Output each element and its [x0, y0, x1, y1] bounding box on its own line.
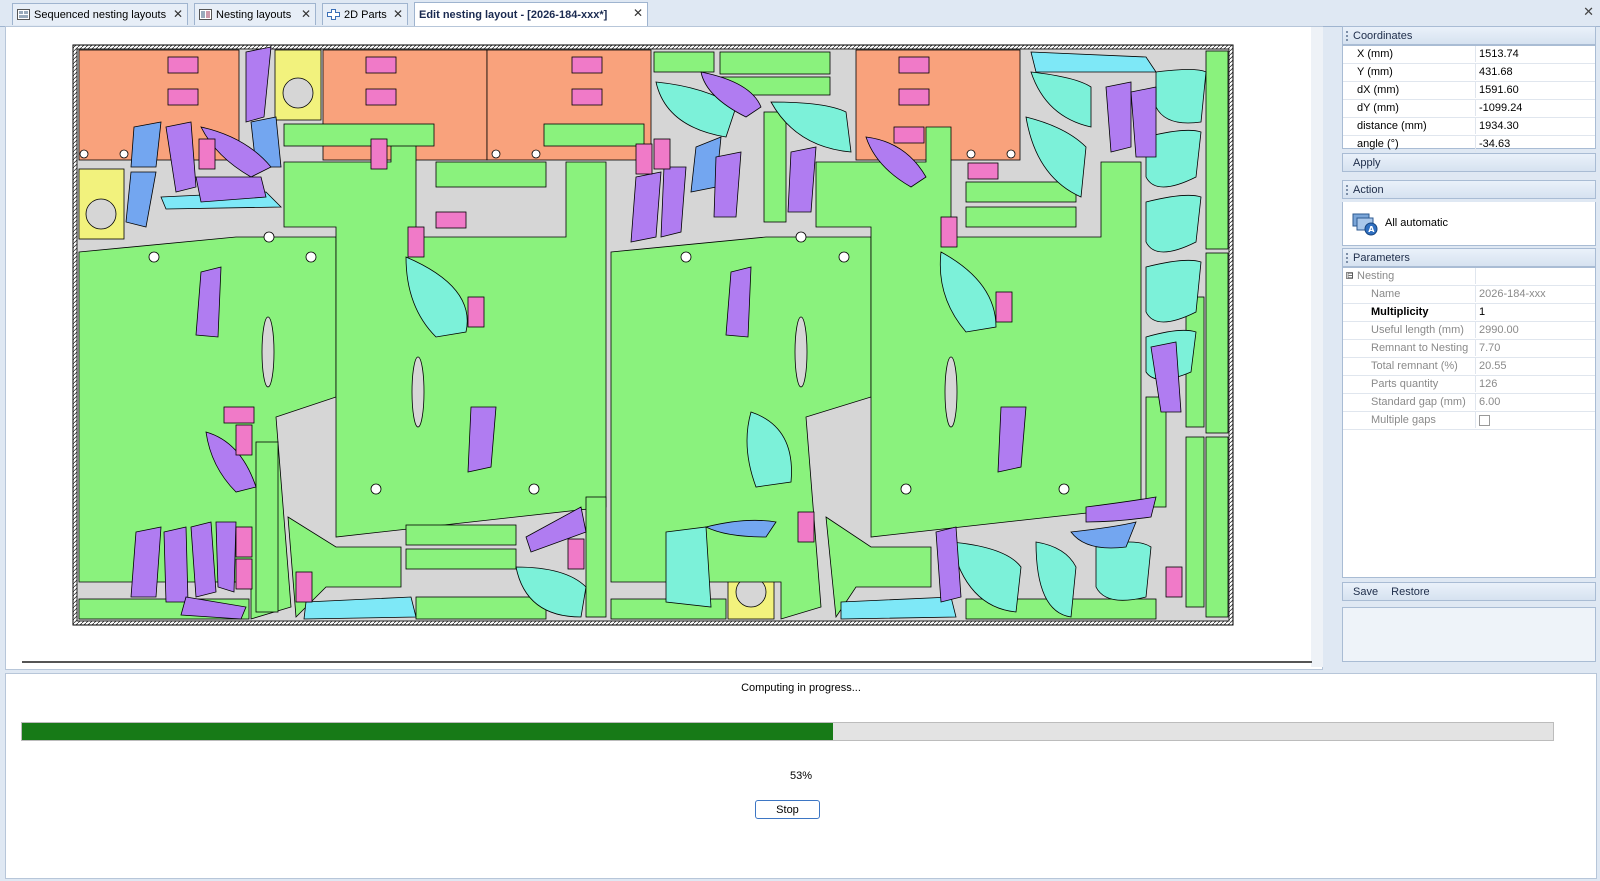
param-row-useful-length[interactable]: Useful length (mm) 2990.00 [1343, 322, 1595, 340]
row-value: 6.00 [1475, 394, 1595, 410]
section-title: Action [1353, 184, 1384, 196]
parameters-grid: ⊟ Nesting Name 2026-184-xxx Multiplicity 1 … [1342, 267, 1596, 578]
nesting-canvas[interactable] [5, 26, 1323, 670]
row-value: 7.70 [1475, 340, 1595, 356]
row-label: Useful length (mm) [1371, 324, 1464, 336]
progress-bar [21, 722, 1554, 741]
window-close-icon[interactable]: ✕ [1583, 4, 1594, 20]
stop-button[interactable]: Stop [755, 800, 820, 819]
horizontal-scrollbar[interactable] [22, 661, 1312, 663]
tab-nesting-layouts[interactable]: Nesting layouts ✕ [194, 3, 316, 25]
row-value: 1513.74 [1475, 46, 1595, 62]
coordinates-header[interactable]: Coordinates [1342, 26, 1596, 45]
row-label: distance (mm) [1357, 120, 1427, 132]
grip-icon [1346, 253, 1350, 263]
param-row-parts-quantity[interactable]: Parts quantity 126 [1343, 376, 1595, 394]
tab-label: Nesting layouts [216, 8, 292, 21]
nesting-sheet-drawing[interactable] [6, 27, 1311, 671]
apply-label: Apply [1353, 157, 1381, 169]
row-value: 431.68 [1475, 64, 1595, 80]
coordinates-grid: X (mm) 1513.74 Y (mm) 431.68 dX (mm) 1591.6… [1342, 45, 1596, 154]
empty-panel [1342, 607, 1596, 662]
row-value: 20.55 [1475, 358, 1595, 374]
tab-edit-nesting-layout[interactable]: Edit nesting layout - [2026-184-xxx*] ✕ [414, 2, 648, 26]
group-label: Nesting [1357, 270, 1395, 282]
tab-label: Sequenced nesting layouts [34, 8, 167, 21]
row-value: -34.63 [1475, 136, 1595, 152]
action-header[interactable]: Action [1342, 180, 1596, 199]
progress-percent: 53% [789, 770, 813, 782]
tab-label: 2D Parts [344, 8, 387, 21]
coord-row-y[interactable]: Y (mm) 431.68 [1343, 64, 1595, 82]
row-value: 2990.00 [1475, 322, 1595, 338]
row-value: 1591.60 [1475, 82, 1595, 98]
coord-row-dy[interactable]: dY (mm) -1099.24 [1343, 100, 1595, 118]
row-label: Y (mm) [1357, 66, 1393, 78]
row-label: Name [1371, 288, 1401, 300]
row-label: Parts quantity [1371, 378, 1439, 390]
coord-row-distance[interactable]: distance (mm) 1934.30 [1343, 118, 1595, 136]
tab-label: Edit nesting layout - [2026-184-xxx*] [419, 8, 608, 21]
tab-sequenced-nesting-layouts[interactable]: Sequenced nesting layouts ✕ [12, 3, 188, 25]
restore-button[interactable]: Restore [1391, 586, 1430, 598]
section-title: Coordinates [1353, 30, 1413, 42]
progress-panel: Computing in progress... 53% Stop [5, 673, 1597, 879]
row-label: Total remnant (%) [1371, 360, 1458, 372]
close-icon[interactable]: ✕ [633, 6, 643, 20]
param-row-multiple-gaps[interactable]: Multiple gaps [1343, 412, 1595, 430]
grip-icon [1346, 185, 1350, 195]
close-icon[interactable]: ✕ [301, 7, 311, 21]
apply-button[interactable]: Apply [1342, 153, 1596, 172]
param-row-remnant-to-nesting[interactable]: Remnant to Nesting 7.70 [1343, 340, 1595, 358]
row-value: 1934.30 [1475, 118, 1595, 134]
param-row-name[interactable]: Name 2026-184-xxx [1343, 286, 1595, 304]
all-automatic-label[interactable]: All automatic [1385, 217, 1448, 229]
row-label: Multiple gaps [1371, 414, 1436, 426]
row-value[interactable]: 1 [1475, 304, 1595, 320]
save-restore-bar: Save Restore [1342, 582, 1596, 601]
row-value: 126 [1475, 376, 1595, 392]
parameters-header[interactable]: Parameters [1342, 248, 1596, 267]
coord-row-x[interactable]: X (mm) 1513.74 [1343, 46, 1595, 64]
close-icon[interactable]: ✕ [393, 7, 403, 21]
document-tab-strip: Sequenced nesting layouts ✕ Nesting layo… [0, 0, 1600, 27]
part-cross-icon [327, 9, 340, 20]
row-label: Remnant to Nesting [1371, 342, 1469, 354]
progress-fill [22, 723, 833, 740]
layout-grid-icon [17, 9, 30, 20]
param-row-multiplicity[interactable]: Multiplicity 1 [1343, 304, 1595, 322]
row-label: Multiplicity [1371, 306, 1429, 318]
progress-message: Computing in progress... [741, 682, 861, 694]
collapse-icon[interactable]: ⊟ [1346, 272, 1354, 280]
close-icon[interactable]: ✕ [173, 7, 183, 21]
all-automatic-icon[interactable]: A [1351, 210, 1379, 236]
save-button[interactable]: Save [1353, 586, 1378, 598]
row-value: -1099.24 [1475, 100, 1595, 116]
param-row-total-remnant[interactable]: Total remnant (%) 20.55 [1343, 358, 1595, 376]
properties-panel: Coordinates X (mm) 1513.74 Y (mm) 431.68 d… [1342, 26, 1598, 670]
tab-2d-parts[interactable]: 2D Parts ✕ [322, 3, 408, 25]
param-group-nesting[interactable]: ⊟ Nesting [1343, 268, 1595, 286]
svg-text:A: A [1368, 225, 1375, 234]
row-label: dX (mm) [1357, 84, 1400, 96]
layout-icon [199, 9, 212, 20]
row-value: 2026-184-xxx [1475, 286, 1595, 302]
param-row-standard-gap[interactable]: Standard gap (mm) 6.00 [1343, 394, 1595, 412]
grip-icon [1346, 31, 1350, 41]
row-label: Standard gap (mm) [1371, 396, 1466, 408]
action-body: A All automatic [1342, 202, 1596, 246]
multiple-gaps-checkbox[interactable] [1479, 415, 1490, 426]
vertical-scrollbar[interactable] [1311, 27, 1323, 667]
row-label: dY (mm) [1357, 102, 1399, 114]
section-title: Parameters [1353, 252, 1410, 264]
coord-row-dx[interactable]: dX (mm) 1591.60 [1343, 82, 1595, 100]
coord-row-angle[interactable]: angle (°) -34.63 [1343, 136, 1595, 154]
row-label: angle (°) [1357, 138, 1399, 150]
row-label: X (mm) [1357, 48, 1394, 60]
